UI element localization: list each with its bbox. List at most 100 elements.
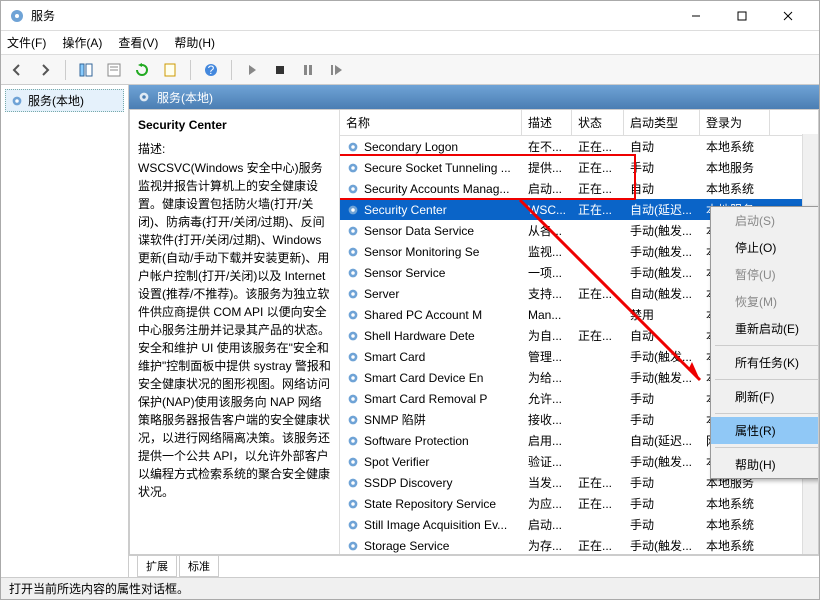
col-start[interactable]: 启动类型 xyxy=(624,110,700,135)
properties-toolbar-button[interactable] xyxy=(102,58,126,82)
service-name: Security Accounts Manag... xyxy=(364,182,509,196)
gear-icon xyxy=(346,539,360,553)
context-separator xyxy=(715,379,818,380)
service-state: 正在... xyxy=(572,158,624,177)
gear-icon xyxy=(346,476,360,490)
service-start: 手动 xyxy=(624,515,700,534)
service-desc: 为存... xyxy=(522,536,572,554)
service-start: 手动(触发... xyxy=(624,347,700,366)
service-desc: Man... xyxy=(522,307,572,323)
context-item: 暂停(U) xyxy=(711,261,818,288)
service-state: 正在... xyxy=(572,179,624,198)
service-row[interactable]: Secure Socket Tunneling ...提供...正在...手动本… xyxy=(340,157,818,178)
restart-button[interactable] xyxy=(324,58,348,82)
export-button[interactable] xyxy=(158,58,182,82)
refresh-button[interactable] xyxy=(130,58,154,82)
service-state xyxy=(572,356,624,358)
nav-tree: 服务(本地) xyxy=(1,85,129,577)
gear-icon xyxy=(346,497,360,511)
service-logon: 本地系统 xyxy=(700,179,770,198)
service-state xyxy=(572,461,624,463)
window-title: 服务 xyxy=(31,7,55,24)
service-desc: 为给... xyxy=(522,368,572,387)
service-row[interactable]: Security Accounts Manag...启动...正在...自动本地… xyxy=(340,178,818,199)
service-name: SNMP 陷阱 xyxy=(364,411,426,428)
play-button[interactable] xyxy=(240,58,264,82)
gear-icon xyxy=(346,140,360,154)
col-logon[interactable]: 登录为 xyxy=(700,110,770,135)
col-state[interactable]: 状态 xyxy=(572,110,624,135)
app-icon xyxy=(9,8,25,24)
menu-file[interactable]: 文件(F) xyxy=(7,34,46,51)
service-row[interactable]: Storage Service为存...正在...手动(触发...本地系统 xyxy=(340,535,818,554)
context-item[interactable]: 所有任务(K)▸ xyxy=(711,349,818,376)
gear-icon xyxy=(346,224,360,238)
tab-extended[interactable]: 扩展 xyxy=(137,556,177,577)
context-separator xyxy=(715,413,818,414)
context-item[interactable]: 刷新(F) xyxy=(711,383,818,410)
gear-icon xyxy=(346,392,360,406)
maximize-button[interactable] xyxy=(719,1,765,31)
service-start: 手动(触发... xyxy=(624,263,700,282)
show-hide-tree-button[interactable] xyxy=(74,58,98,82)
menubar: 文件(F) 操作(A) 查看(V) 帮助(H) xyxy=(1,31,819,55)
description-label: 描述: xyxy=(138,140,331,157)
service-row[interactable]: State Repository Service为应...正在...手动本地系统 xyxy=(340,493,818,514)
context-item[interactable]: 停止(O) xyxy=(711,234,818,261)
gear-icon xyxy=(346,350,360,364)
pause-button[interactable] xyxy=(296,58,320,82)
gear-icon xyxy=(346,287,360,301)
statusbar: 打开当前所选内容的属性对话框。 xyxy=(1,577,819,599)
nav-label: 服务(本地) xyxy=(28,92,84,109)
minimize-button[interactable] xyxy=(673,1,719,31)
service-desc: 允许... xyxy=(522,389,572,408)
context-item[interactable]: 帮助(H) xyxy=(711,451,818,478)
stop-button[interactable] xyxy=(268,58,292,82)
services-list: 名称 描述 状态 启动类型 登录为 Secondary Logon在不...正在… xyxy=(340,110,818,554)
gear-icon xyxy=(346,329,360,343)
gear-icon xyxy=(346,245,360,259)
services-window: 服务 文件(F) 操作(A) 查看(V) 帮助(H) ? 服务(本地) xyxy=(0,0,820,600)
context-menu[interactable]: 启动(S)停止(O)暂停(U)恢复(M)重新启动(E)所有任务(K)▸刷新(F)… xyxy=(710,206,818,479)
service-name: Server xyxy=(364,287,399,301)
col-desc[interactable]: 描述 xyxy=(522,110,572,135)
service-desc: 在不... xyxy=(522,137,572,156)
service-start: 自动 xyxy=(624,326,700,345)
gear-icon xyxy=(137,90,151,104)
service-state xyxy=(572,524,624,526)
service-state xyxy=(572,314,624,316)
content-title: 服务(本地) xyxy=(157,89,213,106)
service-state: 正在... xyxy=(572,284,624,303)
help-button[interactable]: ? xyxy=(199,58,223,82)
service-row[interactable]: Secondary Logon在不...正在...自动本地系统 xyxy=(340,136,818,157)
content-header: 服务(本地) xyxy=(129,85,819,109)
gear-icon xyxy=(346,161,360,175)
service-desc: 支持... xyxy=(522,284,572,303)
gear-icon xyxy=(346,266,360,280)
service-state xyxy=(572,398,624,400)
menu-view[interactable]: 查看(V) xyxy=(118,34,158,51)
forward-button[interactable] xyxy=(33,58,57,82)
col-name[interactable]: 名称 xyxy=(340,110,522,135)
menu-action[interactable]: 操作(A) xyxy=(62,34,102,51)
service-logon: 本地系统 xyxy=(700,494,770,513)
nav-item-services-local[interactable]: 服务(本地) xyxy=(5,89,124,112)
tab-standard[interactable]: 标准 xyxy=(179,556,219,577)
context-separator xyxy=(715,345,818,346)
back-button[interactable] xyxy=(5,58,29,82)
service-name: Secure Socket Tunneling ... xyxy=(364,161,511,175)
context-item[interactable]: 重新启动(E) xyxy=(711,315,818,342)
service-desc: 启动... xyxy=(522,179,572,198)
service-start: 自动(延迟... xyxy=(624,431,700,450)
close-button[interactable] xyxy=(765,1,811,31)
service-desc: 为自... xyxy=(522,326,572,345)
service-state: 正在... xyxy=(572,494,624,513)
service-start: 禁用 xyxy=(624,305,700,324)
service-start: 自动(触发... xyxy=(624,284,700,303)
service-row[interactable]: Still Image Acquisition Ev...启动...手动本地系统 xyxy=(340,514,818,535)
service-desc: 监视... xyxy=(522,242,572,261)
menu-help[interactable]: 帮助(H) xyxy=(174,34,215,51)
context-item[interactable]: 属性(R) xyxy=(711,417,818,444)
toolbar: ? xyxy=(1,55,819,85)
service-name: Sensor Service xyxy=(364,266,445,280)
